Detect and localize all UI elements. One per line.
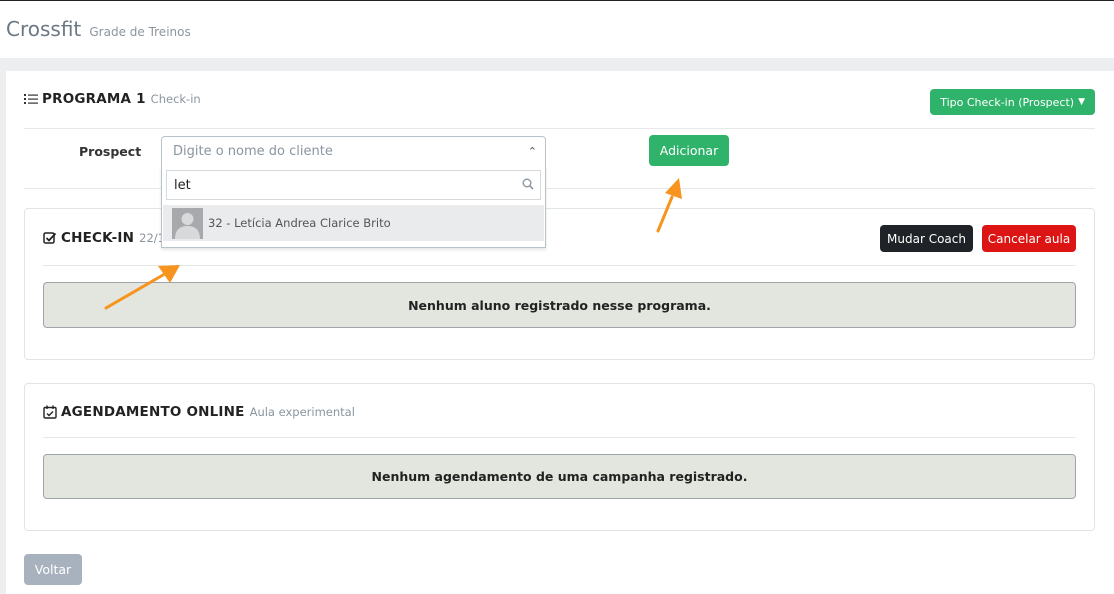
change-coach-button[interactable]: Mudar Coach <box>880 225 973 252</box>
app-subtitle: Grade de Treinos <box>89 25 191 39</box>
program-header: PROGRAMA 1 Check-in <box>24 91 201 107</box>
online-booking-title: AGENDAMENTO ONLINE <box>61 404 245 420</box>
checkin-empty-message: Nenhum aluno registrado nesse programa. <box>43 282 1076 328</box>
back-button[interactable]: Voltar <box>24 554 82 585</box>
chevron-down-icon: ▼ <box>1078 97 1085 107</box>
add-button[interactable]: Adicionar <box>649 135 729 166</box>
online-booking-section: AGENDAMENTO ONLINE Aula experimental Nen… <box>24 383 1095 531</box>
check-square-icon <box>43 232 57 244</box>
top-bar: Crossfit Grade de Treinos <box>0 1 1114 57</box>
avatar <box>172 207 203 239</box>
prospect-search-input[interactable]: let <box>166 170 541 200</box>
program-title: PROGRAMA 1 <box>42 91 146 107</box>
program-panel: PROGRAMA 1 Check-in Tipo Check-in (Prosp… <box>6 71 1114 594</box>
checkin-type-label: Tipo Check-in (Prospect) <box>940 95 1075 109</box>
prospect-select[interactable]: Digite o nome do cliente ⌃ <box>161 136 546 167</box>
app-title: Crossfit <box>6 17 82 41</box>
checkin-type-dropdown-button[interactable]: Tipo Check-in (Prospect) ▼ <box>930 89 1095 115</box>
prospect-dropdown: let 32 - Letícia Andrea Clarice Brito <box>161 166 546 248</box>
prospect-option-label: 32 - Letícia Andrea Clarice Brito <box>208 216 391 230</box>
divider <box>24 128 1095 129</box>
user-silhouette-icon <box>172 207 203 239</box>
cancel-class-button[interactable]: Cancelar aula <box>982 225 1076 252</box>
calendar-check-icon <box>43 405 57 419</box>
checkin-title: CHECK-IN <box>61 230 135 246</box>
list-icon <box>24 94 38 104</box>
prospect-option[interactable]: 32 - Letícia Andrea Clarice Brito <box>163 205 544 241</box>
online-booking-empty-message: Nenhum agendamento de uma campanha regis… <box>43 454 1076 499</box>
online-booking-header: AGENDAMENTO ONLINE Aula experimental <box>43 404 355 420</box>
divider <box>43 265 1076 266</box>
checkin-header: CHECK-IN 22/10 <box>43 230 172 246</box>
program-subtitle: Check-in <box>150 92 201 106</box>
divider <box>43 437 1076 438</box>
search-icon <box>522 178 534 190</box>
prospect-search-value: let <box>174 178 191 193</box>
chevron-up-icon: ⌃ <box>527 145 537 158</box>
prospect-select-placeholder: Digite o nome do cliente <box>173 144 333 159</box>
online-booking-subtitle: Aula experimental <box>249 405 355 419</box>
prospect-label: Prospect <box>79 144 142 159</box>
